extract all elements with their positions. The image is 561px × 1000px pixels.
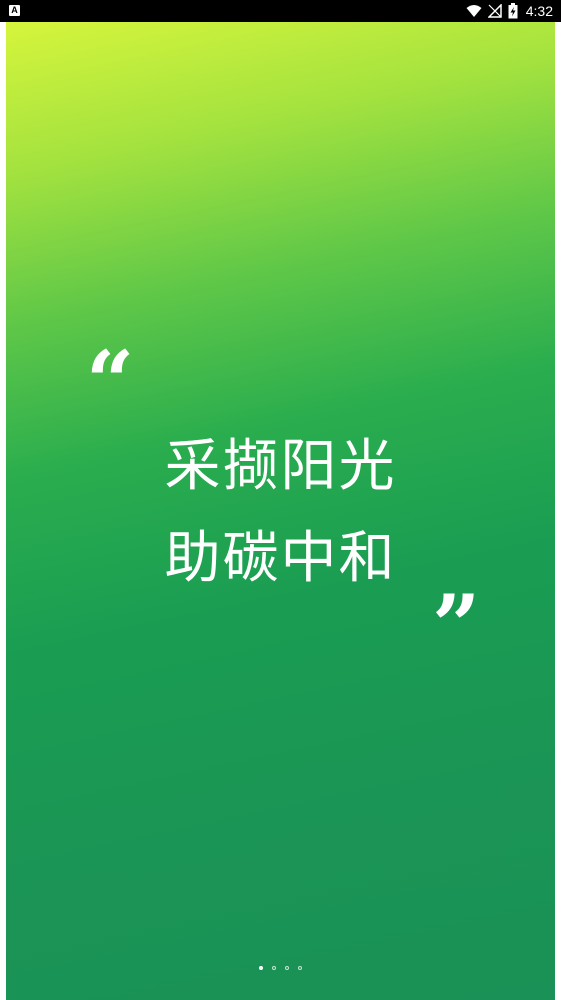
- page-indicator: [6, 966, 555, 970]
- signal-icon: [487, 4, 502, 18]
- battery-charging-icon: [508, 3, 518, 19]
- page-dot[interactable]: [272, 966, 276, 970]
- status-clock: 4:32: [525, 3, 553, 19]
- splash-page[interactable]: “ 采撷阳光 助碳中和 ”: [6, 22, 555, 1000]
- open-quote-mark: “: [86, 332, 135, 431]
- status-bar: A 4:32: [0, 0, 561, 22]
- page-dot[interactable]: [259, 966, 263, 970]
- wifi-icon: [466, 4, 482, 18]
- slogan-line-1: 采撷阳光: [164, 434, 397, 499]
- page-dot[interactable]: [285, 966, 289, 970]
- screen: A 4:32 “ 采撷阳光 助碳中和 ”: [0, 0, 561, 1000]
- notification-icon: A: [9, 5, 20, 16]
- status-icons: 4:32: [466, 2, 553, 20]
- close-quote-mark: ”: [432, 576, 481, 675]
- page-dot[interactable]: [298, 966, 302, 970]
